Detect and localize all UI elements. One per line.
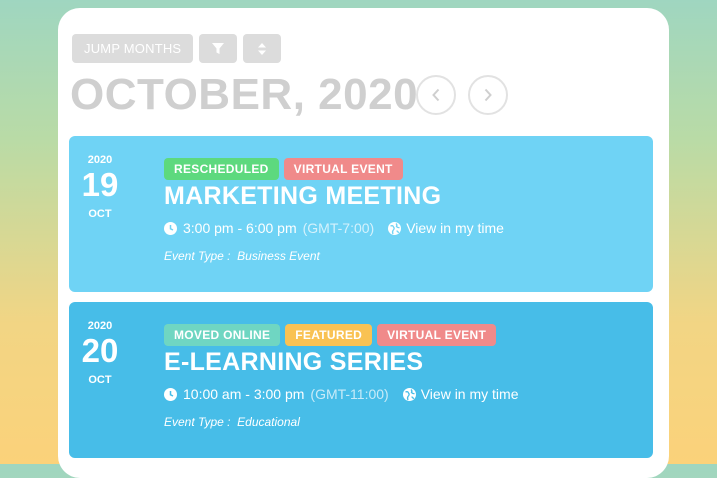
view-in-my-time-link[interactable]: View in my time [388,220,504,236]
view-in-my-time-link[interactable]: View in my time [402,386,519,402]
jump-months-button[interactable]: JUMP MONTHS [72,34,194,63]
event-year: 2020 [87,320,113,332]
event-time-row: 3:00 pm - 6:00 pm (GMT-7:00) View in my … [164,220,504,236]
event-time: 3:00 pm - 6:00 pm [183,220,297,236]
event-type-value: Educational [237,415,300,429]
clock-icon [164,387,177,401]
event-type-value: Business Event [237,249,320,263]
chevron-left-icon [432,88,440,102]
event-type-label: Event Type : [164,249,231,263]
event-card[interactable]: 2020 19 OCT RESCHEDULED VIRTUAL EVENT MA… [69,136,653,292]
event-badges: RESCHEDULED VIRTUAL EVENT [164,158,403,180]
event-card[interactable]: 2020 20 OCT MOVED ONLINE FEATURED VIRTUA… [69,302,653,458]
event-time-row: 10:00 am - 3:00 pm (GMT-11:00) View in m… [164,386,519,402]
view-in-my-time-label: View in my time [420,386,519,402]
sort-button[interactable] [243,34,282,63]
event-title[interactable]: E-LEARNING SERIES [164,348,423,377]
sort-icon [258,42,267,55]
prev-month-button[interactable] [416,75,456,115]
chevron-right-icon [484,88,492,102]
badge-featured: FEATURED [285,324,373,346]
event-day: 20 [81,332,119,369]
event-day: 19 [81,166,119,203]
event-time: 10:00 am - 3:00 pm [183,386,305,402]
badge-virtual-event: VIRTUAL EVENT [283,158,403,180]
clock-icon [164,221,177,235]
event-timezone: (GMT-7:00) [302,220,375,236]
event-year: 2020 [87,154,113,166]
event-timezone: (GMT-11:00) [310,386,389,402]
filter-button[interactable] [199,34,238,63]
view-in-my-time-label: View in my time [406,220,504,236]
calendar-toolbar: JUMP MONTHS [72,34,282,63]
event-type-label: Event Type : [164,415,231,429]
event-type: Event Type : Business Event [164,249,320,263]
next-month-button[interactable] [468,75,508,115]
event-month: OCT [88,374,112,386]
globe-icon [402,387,416,401]
event-badges: MOVED ONLINE FEATURED VIRTUAL EVENT [164,324,497,346]
event-title[interactable]: MARKETING MEETING [164,182,441,211]
month-title: OCTOBER, 2020 [70,70,419,119]
badge-moved-online: MOVED ONLINE [164,324,281,346]
event-type: Event Type : Educational [164,415,300,429]
badge-virtual-event: VIRTUAL EVENT [377,324,497,346]
calendar-card: JUMP MONTHS OCTOBER, 2020 2020 19 OCT RE… [58,8,669,478]
badge-rescheduled: RESCHEDULED [164,158,279,180]
event-month: OCT [88,208,112,220]
globe-icon [388,221,402,235]
filter-icon [212,42,225,54]
